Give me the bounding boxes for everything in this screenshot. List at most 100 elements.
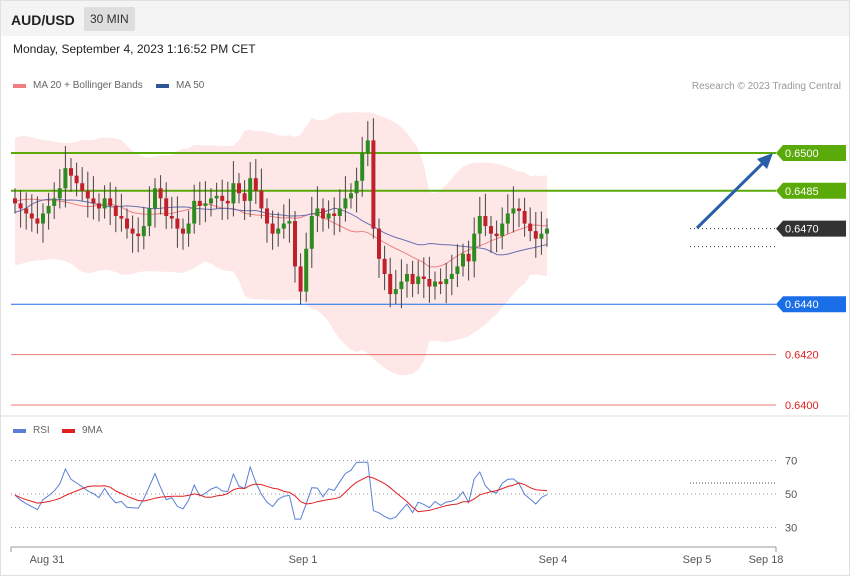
candle-body <box>214 195 219 199</box>
candle-body <box>354 180 359 194</box>
candle-body <box>388 273 393 295</box>
candle-body <box>276 228 281 234</box>
candle-body <box>427 279 432 287</box>
candle-body <box>259 190 264 209</box>
candle-body <box>175 218 180 229</box>
x-tick-label: Sep 4 <box>539 554 568 566</box>
rsi-level-label-30: 30 <box>785 523 797 535</box>
level-current-2: 0.6470 <box>690 220 846 248</box>
candle-body <box>46 205 51 214</box>
candle-body <box>18 203 23 209</box>
candle-body <box>326 213 331 219</box>
level-label-1: 0.6485 <box>785 186 819 198</box>
x-tick-label: Sep 5 <box>683 554 712 566</box>
candle-body <box>197 200 202 206</box>
candle-body <box>545 228 549 234</box>
candle-body <box>421 276 426 279</box>
rsi-level-label-50: 50 <box>785 489 797 501</box>
candle-body <box>444 279 449 285</box>
candle-body <box>97 203 101 209</box>
candle-body <box>209 198 213 204</box>
candle-body <box>365 140 370 153</box>
candle-body <box>399 281 404 290</box>
level-label-3: 0.6440 <box>785 299 819 311</box>
candle-body <box>449 273 454 279</box>
candle-body <box>528 223 533 232</box>
candle-body <box>141 226 146 237</box>
candle-body <box>371 140 376 229</box>
candle-body <box>416 276 421 285</box>
candle-body <box>69 168 73 176</box>
candle-body <box>393 289 398 295</box>
candle-body <box>29 213 34 219</box>
candle-body <box>349 193 353 199</box>
candle-body <box>438 281 443 285</box>
candle-body <box>130 228 135 234</box>
candle-body <box>41 213 45 224</box>
candle-body <box>153 188 157 209</box>
candle-body <box>102 198 107 209</box>
x-tick-label: Sep 1 <box>289 554 318 566</box>
candle-body <box>287 221 292 224</box>
candle-body <box>293 221 297 267</box>
candle-body <box>57 188 62 199</box>
candle-body <box>505 213 510 224</box>
candle-body <box>203 203 208 206</box>
candle-body <box>377 228 381 259</box>
candle-body <box>477 216 482 234</box>
level-label-0: 0.6500 <box>785 148 819 160</box>
candle-body <box>483 216 488 227</box>
candle-body <box>24 208 29 214</box>
candle-body <box>461 253 465 267</box>
candle-body <box>332 213 337 216</box>
candle-body <box>337 208 342 216</box>
candle-body <box>13 198 17 204</box>
candle-body <box>511 208 516 214</box>
candle-body <box>125 218 129 229</box>
candle-body <box>253 178 258 191</box>
candle-body <box>270 223 275 234</box>
candle-body <box>220 195 225 201</box>
candle-body <box>80 183 85 191</box>
rsi-level-label-70: 70 <box>785 456 797 468</box>
candle-body <box>539 233 544 239</box>
candle-body <box>500 223 505 237</box>
candle-body <box>108 198 113 206</box>
candle-body <box>192 200 197 224</box>
candle-body <box>517 208 521 211</box>
x-tick-label: Sep 18 <box>749 554 784 566</box>
candle-body <box>186 223 191 234</box>
candle-body <box>248 178 253 201</box>
candle-body <box>321 208 325 219</box>
candle-body <box>231 183 236 204</box>
candle-body <box>304 248 309 292</box>
candle-body <box>225 200 230 204</box>
candle-body <box>113 205 118 216</box>
candle-body <box>169 216 174 219</box>
candle-body <box>382 258 387 274</box>
candle-body <box>147 208 152 227</box>
candle-body <box>119 216 124 219</box>
price-chart[interactable]: 0.6500 0.6485 0.6470 0.6440 0.6420 0.6400 70 50… <box>0 0 850 576</box>
candle-body <box>52 198 57 206</box>
level-label-4: 0.6420 <box>785 350 819 362</box>
candle-body <box>237 183 241 194</box>
candle-body <box>85 190 90 199</box>
candle-body <box>309 216 314 249</box>
candle-body <box>315 208 320 216</box>
candle-body <box>242 193 247 201</box>
candle-body <box>522 210 527 224</box>
candle-body <box>343 198 348 209</box>
x-tick-label: Aug 31 <box>30 554 65 566</box>
candle-body <box>472 233 477 262</box>
level-support-5: 0.6400 <box>11 400 819 412</box>
candle-body <box>466 253 471 262</box>
candle-body <box>533 231 538 239</box>
candle-body <box>455 266 460 274</box>
candle-body <box>360 153 365 181</box>
candle-body <box>405 273 409 282</box>
candle-body <box>164 198 169 216</box>
candle-body <box>136 233 141 237</box>
candle-body <box>489 226 493 234</box>
candle-body <box>410 273 415 285</box>
